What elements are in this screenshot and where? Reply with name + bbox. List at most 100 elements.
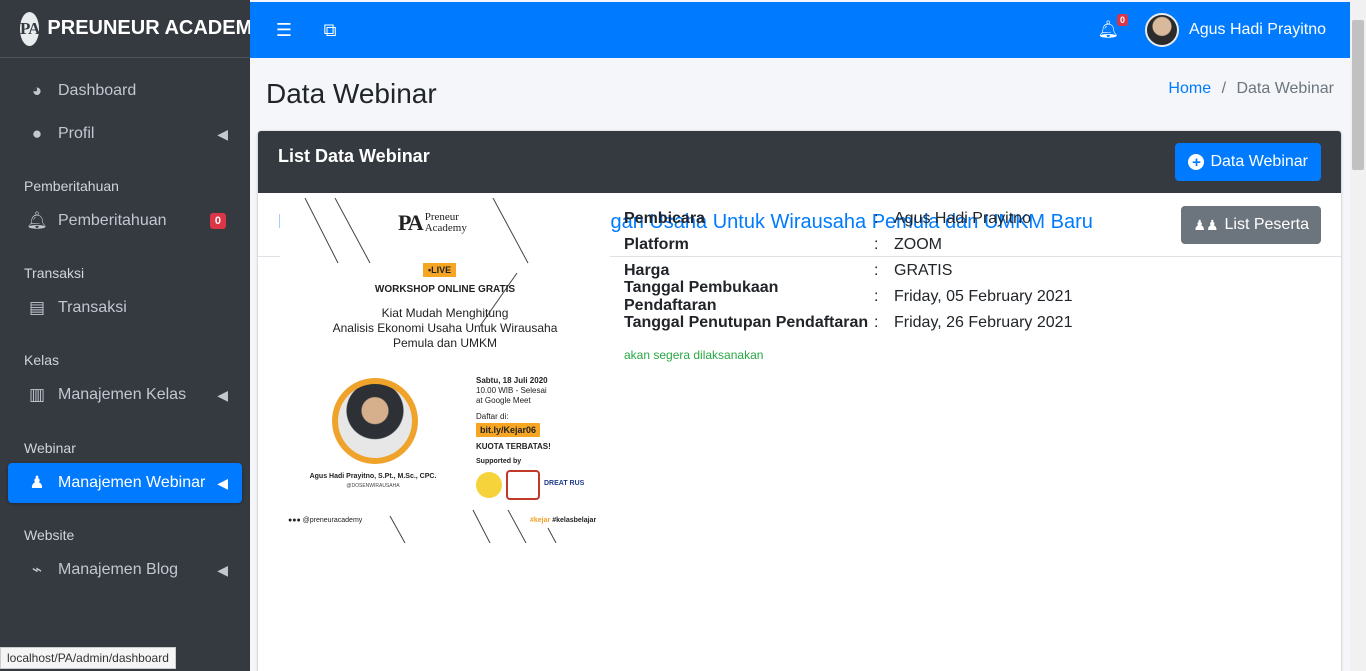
bell-icon: 🔔︎ (26, 211, 48, 230)
sidebar-item-label: Profil (58, 125, 95, 142)
plus-circle-icon: + (1188, 154, 1205, 170)
sidebar-item-label: Manajemen Webinar (58, 474, 206, 491)
speaker-photo-inner (338, 384, 412, 458)
brand-logo: PA (20, 11, 40, 46)
tachometer-icon: ◕ (31, 81, 43, 100)
sidebar: PA PREUNEUR ACADEMY ◕ Dashboard ● Profil… (0, 0, 266, 671)
poster-link: bit.ly/Kejar06 (476, 423, 541, 437)
breadcrumb: Home / Data Webinar (1168, 80, 1334, 98)
sidebar-item-dashboard[interactable]: ◕ Dashboard (8, 71, 242, 111)
poster-supported-by: Supported by (476, 458, 522, 465)
poster-decorative-lines (304, 198, 557, 543)
poster-logo-text: Preneur Academy (425, 212, 467, 234)
detail-separator: : (874, 262, 879, 279)
detail-label: Platform (624, 236, 689, 253)
poster-logo-line2: Academy (424, 222, 467, 234)
user-name[interactable]: Agus Hadi Prayitno (1189, 21, 1326, 39)
poster-place-line: at Google Meet (476, 396, 531, 405)
card-title: List Data Webinar (278, 146, 430, 166)
breadcrumb-home-link[interactable]: Home (1168, 80, 1211, 97)
sponsor-logo-3: DREAT RUS (544, 480, 585, 487)
add-webinar-button[interactable]: + Data Webinar (1175, 143, 1321, 181)
detail-row-platform: Platform: ZOOM (624, 232, 1072, 258)
detail-separator: : (874, 288, 879, 305)
poster-title-line3: Pemula dan UMKM (392, 336, 498, 350)
poster-daftar: Daftar di: (476, 412, 509, 421)
sidebar-item-label: Dashboard (58, 82, 137, 99)
poster-social-handle: @preneuracademy (302, 517, 363, 524)
navbar-right: 🔔︎ 0 Agus Hadi Prayitno (1097, 13, 1326, 47)
speaker-photo (332, 378, 418, 464)
chevron-left-icon: ◀ (217, 561, 228, 578)
sidebar-item-transaksi[interactable]: ▤ Transaksi (8, 288, 242, 328)
poster-speaker-name: Agus Hadi Prayitno, S.Pt., M.Sc., CPC. (309, 473, 437, 480)
breadcrumb-current: Data Webinar (1236, 80, 1334, 97)
chevron-left-icon: ◀ (217, 474, 228, 491)
detail-value: Friday, 26 February 2021 (894, 314, 1073, 331)
sidebar-nav: ◕ Dashboard ● Profil ◀ Pemberitahuan 🔔︎ … (0, 58, 250, 590)
sidebar-item-label: Manajemen Blog (58, 561, 179, 578)
poster-hashtags: #kejar #kelasbelajar (530, 517, 596, 524)
notification-count-badge: 0 (1117, 14, 1129, 26)
webinar-details: Pembicara: Agus Hadi Prayitno Platform: ZO… (624, 206, 1072, 362)
poster-title-line1: Kiat Mudah Menghitung (381, 306, 509, 320)
poster-workshop-label: WORKSHOP ONLINE GRATIS (374, 284, 516, 295)
list-peserta-label: List Peserta (1224, 216, 1309, 233)
sidebar-header-pemberitahuan: Pemberitahuan (24, 178, 119, 194)
poster-date-line: Sabtu, 18 Juli 2020 (476, 376, 548, 385)
sidebar-header-transaksi: Transaksi (24, 265, 85, 281)
sidebar-item-profil[interactable]: ● Profil ◀ (8, 114, 242, 154)
sidebar-item-manajemen-kelas[interactable]: ▥ Manajemen Kelas ◀ (8, 375, 242, 415)
detail-row-pembicara: Pembicara: Agus Hadi Prayitno (624, 206, 1072, 232)
detail-separator: : (874, 236, 879, 253)
user-icon: ● (31, 124, 43, 143)
chevron-left-icon: ◀ (217, 386, 228, 403)
brand-link[interactable]: PA PREUNEUR ACADEMY (0, 0, 266, 58)
sidebar-header-webinar: Webinar (24, 440, 76, 456)
brand-name: PREUNEUR ACADEMY (47, 17, 266, 39)
sponsor-logo-2 (506, 470, 540, 500)
notification-badge: 0 (209, 213, 226, 229)
book-icon: ▥ (28, 385, 46, 404)
detail-separator: : (874, 210, 879, 227)
card-header: List Data Webinar + Data Webinar (258, 131, 1341, 193)
social-icons: ●●● (288, 517, 303, 524)
poster-speaker-handle: @DOSENWIRAUSAHA (346, 483, 400, 489)
chevron-left-icon: ◀ (217, 125, 228, 142)
browser-status-url: localhost/PA/admin/dashboard (0, 647, 176, 669)
poster-kuota: KUOTA TERBATAS! (476, 442, 551, 451)
poster-date: Sabtu, 18 Juli 2020 10.00 WIB - Selesai … (476, 376, 548, 406)
poster-hashtag-1: #kejar (530, 517, 551, 524)
poster-hashtag-2: #kelasbelajar (550, 517, 597, 524)
add-webinar-label: Data Webinar (1210, 153, 1308, 170)
poster-title: Kiat Mudah Menghitung Analisis Ekonomi U… (280, 306, 610, 351)
poster-logo-mark: PA (398, 210, 424, 235)
webinar-poster-image: PA Preneur Academy •LIVE WORKSHOP ONLINE … (280, 198, 610, 543)
external-link-icon[interactable]: ⧉ (318, 20, 342, 41)
detail-value: Friday, 05 February 2021 (894, 288, 1073, 305)
avatar[interactable] (1145, 13, 1180, 47)
detail-value: GRATIS (894, 262, 953, 279)
detail-row-tanggal-penutupan: Tanggal Penutupan Pendaftaran: Friday, 26… (624, 310, 1072, 336)
sidebar-header-website: Website (24, 527, 75, 543)
list-peserta-button[interactable]: ♟♟ List Peserta (1181, 206, 1321, 244)
page-scrollbar[interactable] (1350, 0, 1366, 671)
blog-icon: ⌁ (31, 560, 43, 579)
detail-row-tanggal-pembukaan: Tanggal Pembukaan Pendaftaran: Friday, 05… (624, 279, 1073, 314)
sidebar-item-manajemen-webinar[interactable]: ♟ Manajemen Webinar ◀ (8, 463, 242, 503)
content-wrapper: Data Webinar Home / Data Webinar List Da… (250, 58, 1350, 671)
detail-label: Harga (624, 262, 670, 279)
hamburger-menu-icon[interactable]: ☰ (272, 20, 296, 41)
detail-label: Tanggal Pembukaan Pendaftaran (624, 279, 779, 314)
detail-label: Pembicara (624, 210, 705, 227)
detail-value: ZOOM (894, 236, 942, 253)
sidebar-item-manajemen-blog[interactable]: ⌁ Manajemen Blog ◀ (8, 550, 242, 590)
poster-social: ●●● @preneuracademy (288, 517, 362, 524)
sidebar-item-pemberitahuan[interactable]: 🔔︎ Pemberitahuan 0 (8, 201, 242, 241)
poster-live-badge: •LIVE (423, 263, 457, 277)
detail-value: Agus Hadi Prayitno (894, 210, 1031, 227)
scrollbar-thumb[interactable] (1352, 20, 1364, 170)
sidebar-item-label: Manajemen Kelas (58, 386, 187, 403)
page-title: Data Webinar (266, 78, 437, 109)
notification-bell-icon[interactable]: 🔔︎ 0 (1097, 14, 1129, 40)
